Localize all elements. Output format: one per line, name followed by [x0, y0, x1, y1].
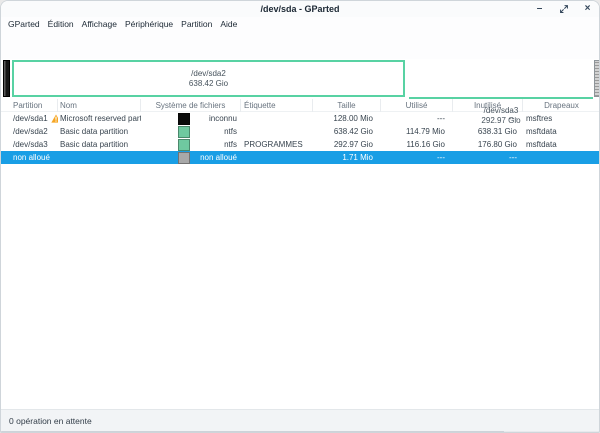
unused-value: 176.80 Gio — [453, 138, 523, 151]
gparted-window: /dev/sda - GParted – × GParted Édition A… — [0, 0, 600, 433]
disk-segment-sda2[interactable]: /dev/sda2 638.42 Gio — [12, 60, 405, 97]
window-controls: – × — [534, 1, 593, 17]
size-value: 128.00 Mio — [313, 112, 381, 125]
statusbar: 0 opération en attente — [1, 409, 599, 431]
header-taille[interactable]: Taille — [313, 99, 381, 112]
size-value: 1.71 Mio — [313, 151, 381, 164]
table-row-sda2[interactable]: /dev/sda2 Basic data partition ntfs 638.… — [1, 125, 599, 138]
pending-operations-text: 0 opération en attente — [9, 416, 92, 426]
partition-name: non alloué — [13, 151, 50, 164]
flags-value: msftdata — [523, 125, 600, 138]
filesystem-name: ntfs — [190, 125, 241, 138]
used-value: 116.16 Gio — [381, 138, 453, 151]
filesystem-name: inconnu — [190, 112, 241, 125]
close-button[interactable]: × — [582, 4, 593, 15]
filesystem-color-swatch — [178, 139, 190, 151]
used-value: --- — [381, 112, 453, 125]
disk-segment-sda1[interactable] — [3, 60, 10, 97]
segment-name: /dev/sda3 — [484, 106, 519, 116]
unused-value: 638.31 Gio — [453, 125, 523, 138]
menu-affichage[interactable]: Affichage — [80, 17, 119, 31]
restore-button[interactable] — [558, 4, 569, 15]
partition-label: Basic data partition — [58, 125, 141, 138]
partition-name: /dev/sda1 — [13, 112, 48, 125]
header-drapeaux[interactable]: Drapeaux — [523, 99, 600, 112]
close-icon: × — [585, 4, 591, 14]
minimize-icon: – — [537, 4, 543, 14]
minimize-button[interactable]: – — [534, 4, 545, 15]
partition-label: Microsoft reserved partition — [58, 112, 141, 125]
window-title: /dev/sda - GParted — [1, 1, 599, 17]
toolbar: /dev/sda (931.51 Gio) — [1, 31, 599, 59]
menu-aide[interactable]: Aide — [218, 17, 239, 31]
menu-peripherique[interactable]: Périphérique — [123, 17, 175, 31]
menu-edition[interactable]: Édition — [46, 17, 76, 31]
filesystem-name: non alloué — [190, 151, 241, 164]
header-partition[interactable]: Partition — [1, 99, 58, 112]
volume-label: PROGRAMMES — [241, 138, 313, 151]
segment-size: 292.97 Gio — [481, 116, 520, 126]
used-value: 114.79 Mio — [381, 125, 453, 138]
partition-label: Basic data partition — [58, 138, 141, 151]
filesystem-color-swatch — [178, 126, 190, 138]
size-value: 638.42 Gio — [313, 125, 381, 138]
table-row-unallocated[interactable]: non alloué non alloué 1.71 Mio --- --- — [1, 151, 599, 164]
size-value: 292.97 Gio — [313, 138, 381, 151]
table-row-sda3[interactable]: /dev/sda3 Basic data partition ntfs PROG… — [1, 138, 599, 151]
menu-gparted[interactable]: GParted — [6, 17, 42, 31]
titlebar: /dev/sda - GParted – × — [1, 1, 599, 17]
header-systeme-fichiers[interactable]: Système de fichiers — [141, 99, 241, 112]
menubar: GParted Édition Affichage Périphérique P… — [1, 17, 599, 31]
header-nom[interactable]: Nom — [58, 99, 141, 112]
restore-icon — [559, 4, 569, 14]
partition-name: /dev/sda3 — [13, 138, 48, 151]
used-value: --- — [381, 151, 453, 164]
filesystem-color-swatch — [178, 152, 190, 164]
segment-name: /dev/sda2 — [191, 69, 226, 79]
header-etiquette[interactable]: Étiquette — [241, 99, 313, 112]
flags-value: msftdata — [523, 138, 600, 151]
header-utilise[interactable]: Utilisé — [381, 99, 453, 112]
unused-value: --- — [453, 151, 523, 164]
warning-icon — [51, 114, 58, 123]
segment-size: 638.42 Gio — [189, 79, 228, 89]
partition-name: /dev/sda2 — [13, 125, 48, 138]
flags-value: msftres — [523, 112, 600, 125]
menu-partition[interactable]: Partition — [179, 17, 214, 31]
filesystem-color-swatch — [178, 113, 190, 125]
disk-segment-unallocated[interactable] — [594, 60, 600, 97]
filesystem-name: ntfs — [190, 138, 241, 151]
disk-visual-bar: /dev/sda2 638.42 Gio /dev/sda3 292.97 Gi… — [1, 59, 599, 99]
